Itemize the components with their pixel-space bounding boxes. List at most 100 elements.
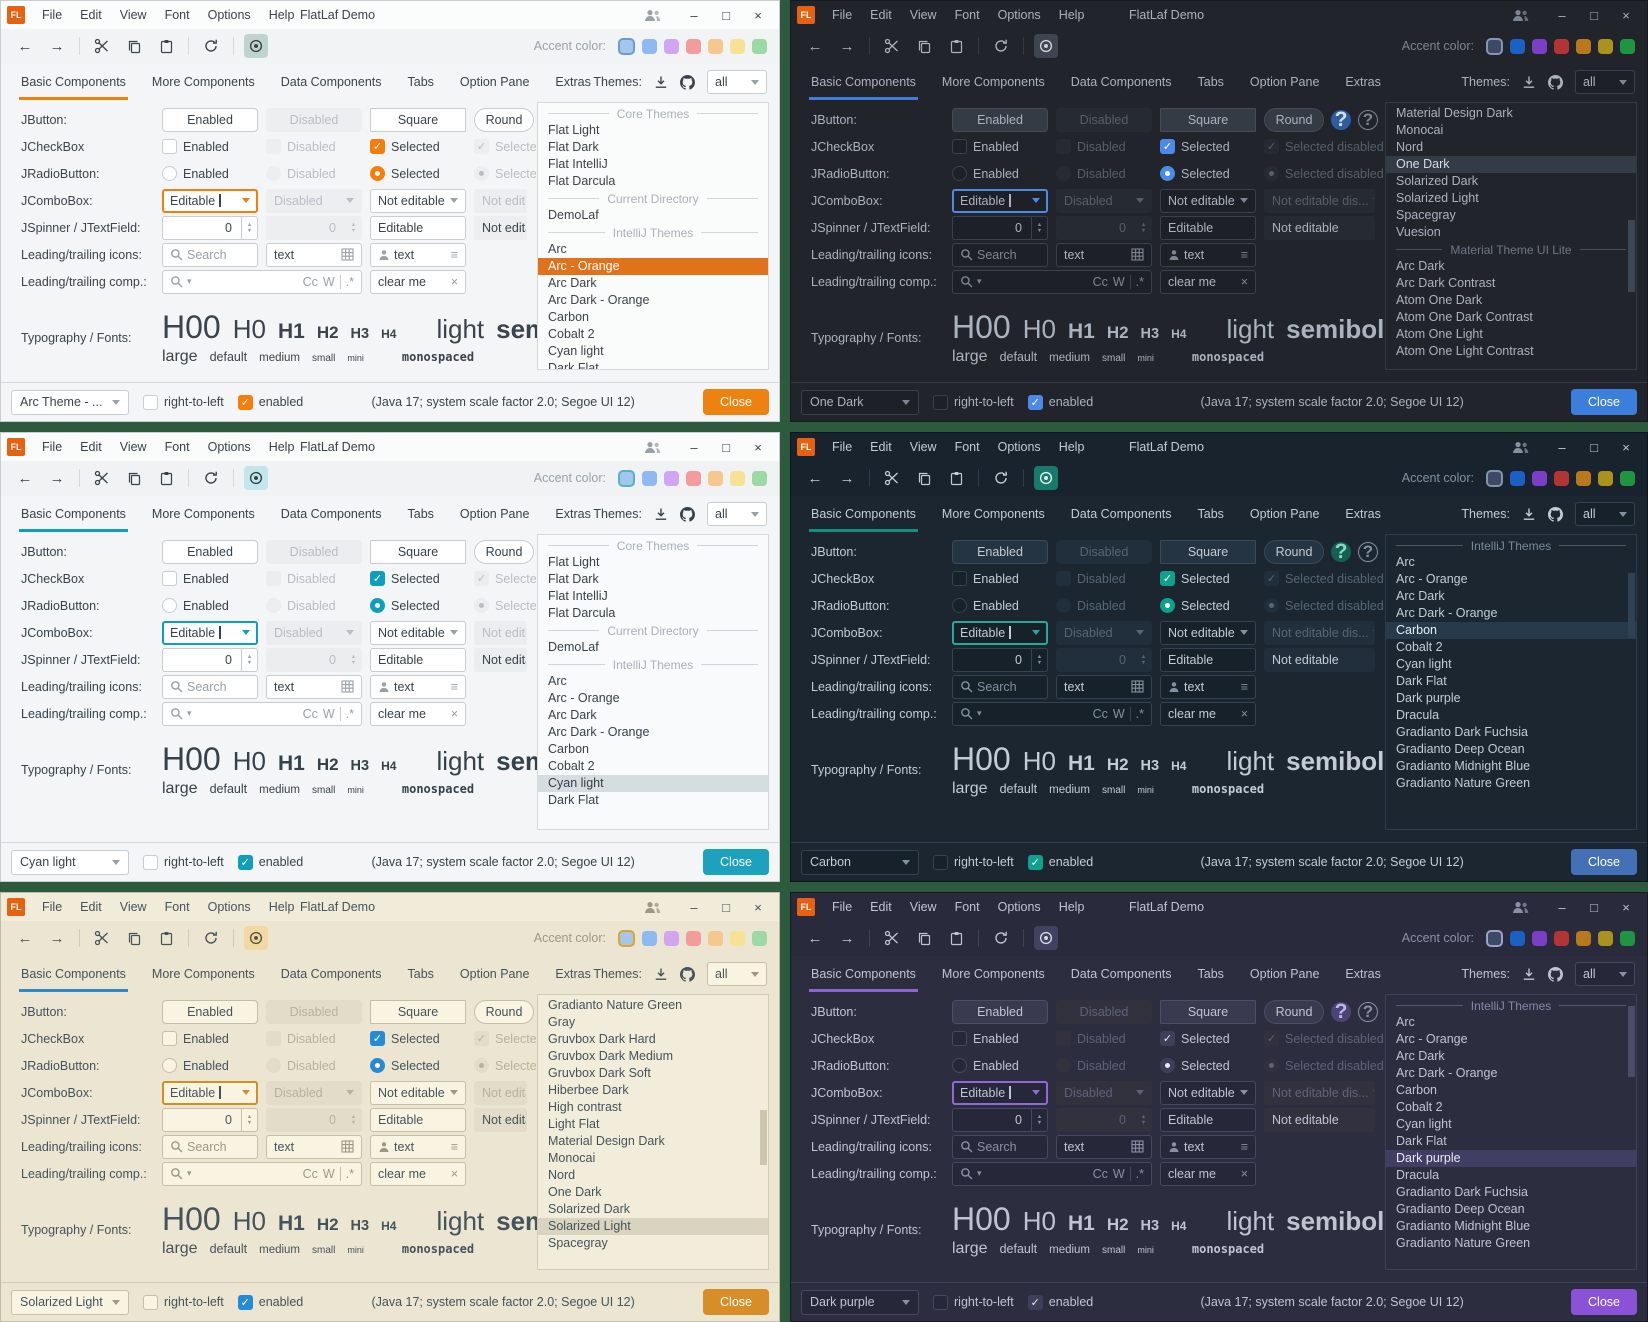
table-icon[interactable] — [1131, 248, 1144, 261]
spinner[interactable]: 0▲▼ — [162, 1108, 258, 1132]
spinner-arrows-icon[interactable]: ▲▼ — [241, 649, 257, 671]
theme-list-item[interactable]: Flat Dark — [538, 571, 768, 588]
tab-tabs[interactable]: Tabs — [408, 956, 434, 992]
textfield-editable[interactable]: Editable — [1160, 1108, 1256, 1132]
tab-more-components[interactable]: More Components — [152, 956, 255, 992]
theme-list-item[interactable]: Gradianto Nature Green — [538, 997, 768, 1014]
theme-list-item[interactable]: Arc Dark — [538, 707, 768, 724]
combobox-editable[interactable]: Editable — [162, 621, 258, 645]
square-button[interactable]: Square — [1160, 1000, 1256, 1024]
theme-list-item[interactable]: Arc Dark — [1386, 1048, 1636, 1065]
clear-icon[interactable]: × — [451, 275, 458, 289]
accent-color-swatch[interactable] — [642, 471, 657, 486]
accent-color-swatch[interactable] — [730, 39, 745, 54]
theme-list-item[interactable]: Cyan light — [538, 775, 768, 792]
menu-item-edit[interactable]: Edit — [863, 437, 899, 457]
table-icon[interactable] — [1131, 680, 1144, 693]
back-button[interactable]: ← — [803, 466, 827, 490]
accent-color-swatch[interactable] — [664, 471, 679, 486]
regex-toggle[interactable]: .* — [346, 1167, 354, 1181]
github-icon[interactable] — [1548, 967, 1563, 982]
accent-color-swatch[interactable] — [686, 471, 701, 486]
theme-list-item[interactable]: Nord — [538, 1167, 768, 1184]
theme-list-item[interactable]: Atom One Light Contrast — [1386, 343, 1636, 360]
refresh-icon[interactable] — [199, 466, 223, 490]
square-button[interactable]: Square — [370, 108, 466, 132]
accent-color-swatch[interactable] — [618, 930, 635, 947]
combobox-editable[interactable]: Editable — [952, 621, 1048, 645]
text-input-with-user-icon[interactable]: text ≡ — [1160, 675, 1256, 699]
accent-color-swatch[interactable] — [618, 38, 635, 55]
inspect-eye-button[interactable] — [1034, 926, 1058, 950]
tab-more-components[interactable]: More Components — [152, 496, 255, 532]
theme-list-item[interactable]: Atom One Dark — [1386, 292, 1636, 309]
menu-item-options[interactable]: Options — [201, 437, 258, 457]
tab-more-components[interactable]: More Components — [942, 496, 1045, 532]
tab-extras[interactable]: Extras — [555, 956, 590, 992]
spinner[interactable]: 0▲▼ — [162, 648, 258, 672]
clear-me-input[interactable]: clear me × — [370, 702, 466, 726]
theme-list-item[interactable]: Arc Dark — [1386, 258, 1636, 275]
theme-list-item[interactable]: Gradianto Dark Fuchsia — [1386, 1184, 1636, 1201]
accent-color-swatch[interactable] — [642, 39, 657, 54]
radio-enabled[interactable]: Enabled — [952, 598, 1048, 613]
paste-icon[interactable] — [154, 926, 178, 950]
theme-list-item[interactable]: Arc Dark — [1386, 588, 1636, 605]
tab-tabs[interactable]: Tabs — [1198, 496, 1224, 532]
accent-color-swatch[interactable] — [752, 471, 767, 486]
text-input-with-user-icon[interactable]: text ≡ — [1160, 1135, 1256, 1159]
table-icon[interactable] — [341, 1140, 354, 1153]
theme-list-item[interactable]: Cobalt 2 — [538, 758, 768, 775]
menu-item-view[interactable]: View — [113, 897, 154, 917]
theme-list-item[interactable]: Arc — [538, 673, 768, 690]
menu-item-view[interactable]: View — [903, 437, 944, 457]
radio-enabled[interactable]: Enabled — [952, 166, 1048, 181]
menu-item-view[interactable]: View — [903, 897, 944, 917]
accent-color-swatch[interactable] — [708, 931, 723, 946]
accent-color-swatch[interactable] — [1576, 471, 1591, 486]
forward-button[interactable]: → — [835, 466, 859, 490]
accent-color-swatch[interactable] — [1576, 39, 1591, 54]
textfield-editable[interactable]: Editable — [370, 216, 466, 240]
menu-item-edit[interactable]: Edit — [73, 437, 109, 457]
close-button[interactable]: Close — [1571, 389, 1637, 415]
checkbox-selected[interactable]: ✓Selected — [370, 1031, 466, 1046]
github-icon[interactable] — [680, 507, 695, 522]
right-to-left-checkbox[interactable]: right-to-left — [933, 395, 1014, 410]
tab-basic-components[interactable]: Basic Components — [811, 496, 916, 532]
menu-item-file[interactable]: File — [825, 897, 859, 917]
theme-select[interactable]: Cyan light — [11, 850, 129, 875]
inspect-eye-button[interactable] — [244, 466, 268, 490]
download-icon[interactable] — [654, 507, 668, 521]
download-icon[interactable] — [1522, 75, 1536, 89]
accent-color-swatch[interactable] — [752, 931, 767, 946]
theme-list-item[interactable]: One Dark — [538, 1184, 768, 1201]
combobox-editable[interactable]: Editable — [952, 1081, 1048, 1105]
right-to-left-checkbox[interactable]: right-to-left — [143, 855, 224, 870]
maximize-button[interactable]: □ — [1579, 3, 1609, 27]
round-button[interactable]: Round — [474, 108, 534, 132]
checkbox-selected[interactable]: ✓Selected — [1160, 571, 1256, 586]
close-window-button[interactable]: × — [1611, 3, 1641, 27]
tab-basic-components[interactable]: Basic Components — [811, 956, 916, 992]
search-input-with-options[interactable]: ▾ Cc W .* — [162, 270, 362, 294]
theme-list-item[interactable]: Cyan light — [1386, 1116, 1636, 1133]
table-icon[interactable] — [341, 248, 354, 261]
accent-color-swatch[interactable] — [752, 39, 767, 54]
menu-item-options[interactable]: Options — [991, 897, 1048, 917]
radio-enabled[interactable]: Enabled — [952, 1058, 1048, 1073]
forward-button[interactable]: → — [45, 466, 69, 490]
search-input[interactable]: Search — [162, 1135, 258, 1159]
theme-list-item[interactable]: Arc - Orange — [538, 258, 768, 275]
radio-selected[interactable]: Selected — [1160, 598, 1256, 613]
theme-list-item[interactable]: Dark Flat — [538, 360, 768, 370]
cut-icon[interactable] — [880, 926, 904, 950]
menu-item-view[interactable]: View — [113, 5, 154, 25]
theme-list-item[interactable]: Arc Dark - Orange — [538, 292, 768, 309]
textfield-editable[interactable]: Editable — [1160, 648, 1256, 672]
theme-list-item[interactable]: Light Flat — [538, 1116, 768, 1133]
accent-color-swatch[interactable] — [1532, 931, 1547, 946]
themes-filter-select[interactable]: all — [707, 70, 767, 94]
theme-list-item[interactable]: Dracula — [1386, 1167, 1636, 1184]
match-case-toggle[interactable]: Cc — [303, 707, 318, 721]
